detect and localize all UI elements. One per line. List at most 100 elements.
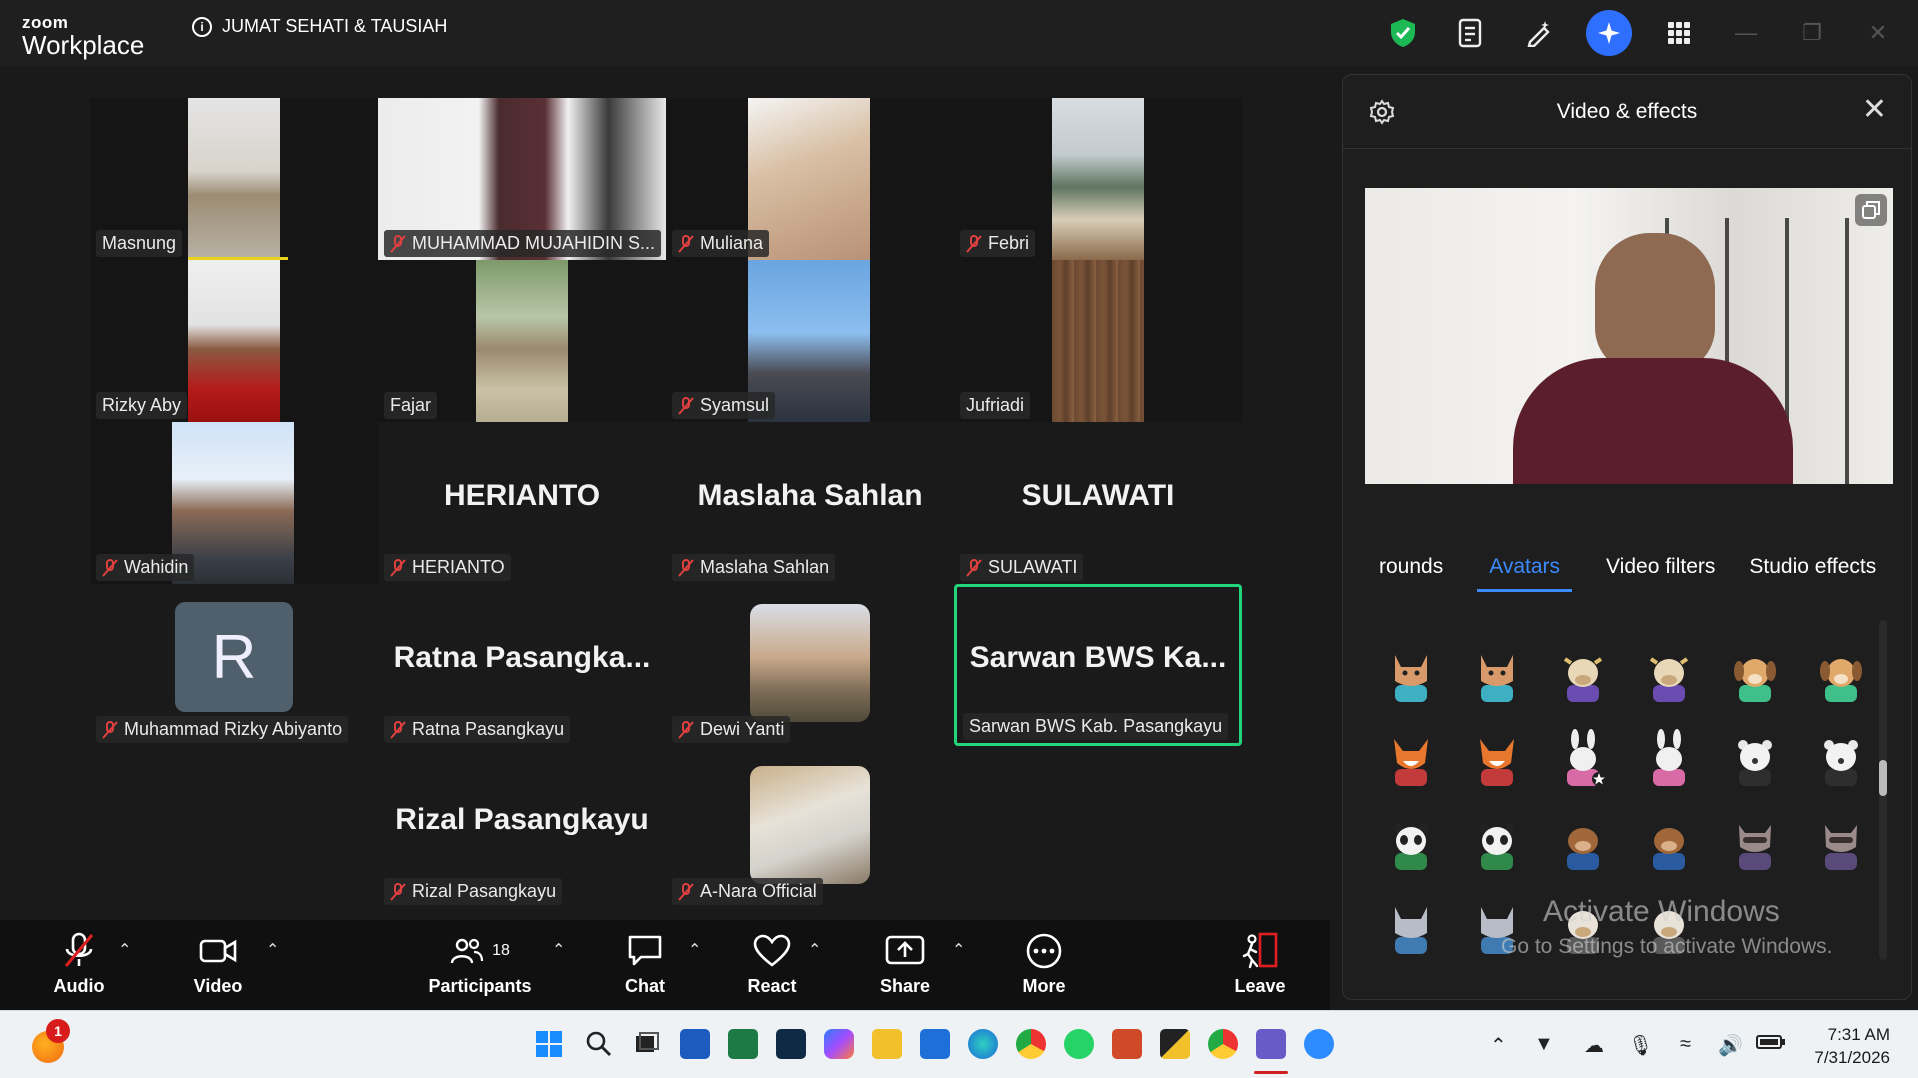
gallery-view: Masnung MUHAMMAD MUJAHIDIN S... Muliana … [0, 66, 1330, 920]
share-button[interactable]: Share [878, 932, 932, 997]
audio-button[interactable]: Audio [48, 932, 110, 997]
participant-tile[interactable]: Syamsul [666, 260, 954, 422]
notes-icon[interactable] [1450, 12, 1492, 54]
whatsapp-icon[interactable] [1064, 1029, 1094, 1059]
avatar-rabbit-icon[interactable] [1553, 729, 1613, 786]
participant-tile[interactable]: MUHAMMAD MUJAHIDIN S... [378, 98, 666, 260]
excel-icon[interactable] [728, 1029, 758, 1059]
avatar-scrollbar[interactable] [1879, 620, 1887, 960]
muted-mic-icon [966, 558, 982, 577]
zoom-app-icon[interactable] [1304, 1029, 1334, 1059]
pop-out-preview-icon[interactable] [1855, 194, 1887, 226]
avatar-fox-icon[interactable] [1381, 729, 1441, 786]
task-view-icon[interactable] [632, 1029, 662, 1059]
close-window-icon[interactable]: ✕ [1858, 13, 1898, 53]
app-icon[interactable] [920, 1029, 950, 1059]
wifi-icon[interactable]: ≈ [1680, 1033, 1691, 1056]
avatar-cow-icon[interactable] [1639, 645, 1699, 702]
participant-tile[interactable]: R Muhammad Rizky Abiyanto [90, 584, 378, 746]
ai-companion-icon[interactable] [1586, 10, 1632, 56]
show-hidden-icons-icon[interactable]: ⌃ [1490, 1033, 1507, 1058]
whiteboard-pen-icon[interactable] [1518, 12, 1560, 54]
chat-button[interactable]: Chat [622, 932, 668, 997]
avatar-otter-icon[interactable] [1639, 813, 1699, 870]
volume-icon[interactable]: 🔊 [1718, 1033, 1743, 1058]
copilot-icon[interactable] [824, 1029, 854, 1059]
participant-tile[interactable]: Febri [954, 98, 1242, 260]
leave-button[interactable]: Leave [1232, 932, 1288, 997]
avatar-raccoon-icon[interactable] [1725, 813, 1785, 870]
edge-icon[interactable] [968, 1029, 998, 1059]
react-options-caret[interactable]: ⌃ [808, 940, 821, 960]
system-clock[interactable]: 7:31 AM 7/31/2026 [1814, 1023, 1890, 1069]
meeting-info[interactable]: i JUMAT SEHATI & TAUSIAH [192, 16, 447, 37]
windows-start-icon[interactable] [534, 1029, 564, 1059]
participant-tile[interactable]: Rizky Aby [90, 260, 378, 422]
word-icon[interactable] [680, 1029, 710, 1059]
info-icon[interactable]: i [192, 16, 212, 37]
participant-tile[interactable]: Jufriadi [954, 260, 1242, 422]
sticky-notes-icon[interactable] [1160, 1029, 1190, 1059]
share-options-caret[interactable]: ⌃ [952, 940, 965, 960]
avatar-dog-icon[interactable] [1811, 645, 1871, 702]
participant-tile[interactable]: Wahidin [90, 422, 378, 584]
avatar-cat-icon[interactable] [1467, 645, 1527, 702]
participant-tile[interactable]: Fajar [378, 260, 666, 422]
participant-tile[interactable]: Maslaha Sahlan Maslaha Sahlan [666, 422, 954, 584]
avatar-fox-icon[interactable] [1467, 729, 1527, 786]
minimize-icon[interactable]: — [1726, 13, 1766, 53]
chrome-profile-icon[interactable] [1208, 1029, 1238, 1059]
avatar-bear-icon[interactable] [1811, 729, 1871, 786]
avatar-raccoon-icon[interactable] [1811, 813, 1871, 870]
onedrive-offline-icon[interactable]: ☁ [1584, 1033, 1604, 1058]
shield-check-icon[interactable] [1382, 12, 1424, 54]
participant-tile[interactable]: Dewi Yanti [666, 584, 954, 746]
search-icon[interactable] [584, 1029, 614, 1059]
more-button[interactable]: More [1018, 932, 1070, 997]
close-icon[interactable]: ✕ [1862, 95, 1887, 125]
avatar-rabbit-icon[interactable] [1639, 729, 1699, 786]
tab-video-filters[interactable]: Video filters [1606, 555, 1715, 592]
avatar-panda-icon[interactable] [1381, 813, 1441, 870]
react-button[interactable]: React [746, 932, 798, 997]
avatar-cat-gray-icon[interactable] [1381, 897, 1441, 954]
participant-tile[interactable]: SULAWATI SULAWATI [954, 422, 1242, 584]
tab-avatars[interactable]: Avatars [1477, 555, 1573, 592]
teams-icon[interactable] [1256, 1029, 1286, 1059]
participant-tile[interactable]: Masnung [90, 98, 378, 260]
security-tray-icon[interactable]: ▼ [1534, 1033, 1554, 1056]
avatar-bear-icon[interactable] [1725, 729, 1785, 786]
video-options-caret[interactable]: ⌃ [266, 940, 279, 960]
avatar-otter-icon[interactable] [1553, 813, 1613, 870]
participant-tile[interactable]: Rizal Pasangkayu Rizal Pasangkayu [378, 746, 666, 908]
chat-bubble-icon [628, 935, 662, 966]
avatar-panda-icon[interactable] [1467, 813, 1527, 870]
tab-backgrounds[interactable]: rounds [1379, 555, 1443, 592]
microphone-in-use-icon[interactable]: 🎙 [1628, 1033, 1653, 1058]
battery-icon[interactable] [1756, 1033, 1786, 1056]
chrome-icon[interactable] [1016, 1029, 1046, 1059]
audio-options-caret[interactable]: ⌃ [118, 940, 131, 960]
participant-tile[interactable]: A-Nara Official [666, 746, 954, 908]
chat-options-caret[interactable]: ⌃ [688, 940, 701, 960]
participants-options-caret[interactable]: ⌃ [552, 940, 565, 960]
active-speaker-tile[interactable]: Sarwan BWS Ka... Sarwan BWS Kab. Pasangk… [954, 584, 1242, 746]
file-explorer-icon[interactable] [872, 1029, 902, 1059]
apps-grid-icon[interactable] [1658, 12, 1700, 54]
participant-tile[interactable]: HERIANTO HERIANTO [378, 422, 666, 584]
gear-icon[interactable] [1369, 99, 1395, 131]
participant-display-name: SULAWATI [1021, 479, 1175, 513]
scrollbar-thumb[interactable] [1879, 760, 1887, 796]
participant-tile[interactable]: Muliana [666, 98, 954, 260]
avatar-cow-icon[interactable] [1553, 645, 1613, 702]
avatar-dog-icon[interactable] [1725, 645, 1785, 702]
video-button[interactable]: Video [188, 932, 248, 997]
powerpoint-icon[interactable] [1112, 1029, 1142, 1059]
participants-button[interactable]: 18 Participants [428, 932, 532, 997]
photoshop-icon[interactable] [776, 1029, 806, 1059]
name-tag: Muliana [672, 230, 770, 257]
restore-icon[interactable]: ❐ [1792, 13, 1832, 53]
tab-studio-effects[interactable]: Studio effects [1749, 555, 1876, 592]
avatar-cat-icon[interactable] [1381, 645, 1441, 702]
participant-tile[interactable]: Ratna Pasangka... Ratna Pasangkayu [378, 584, 666, 746]
